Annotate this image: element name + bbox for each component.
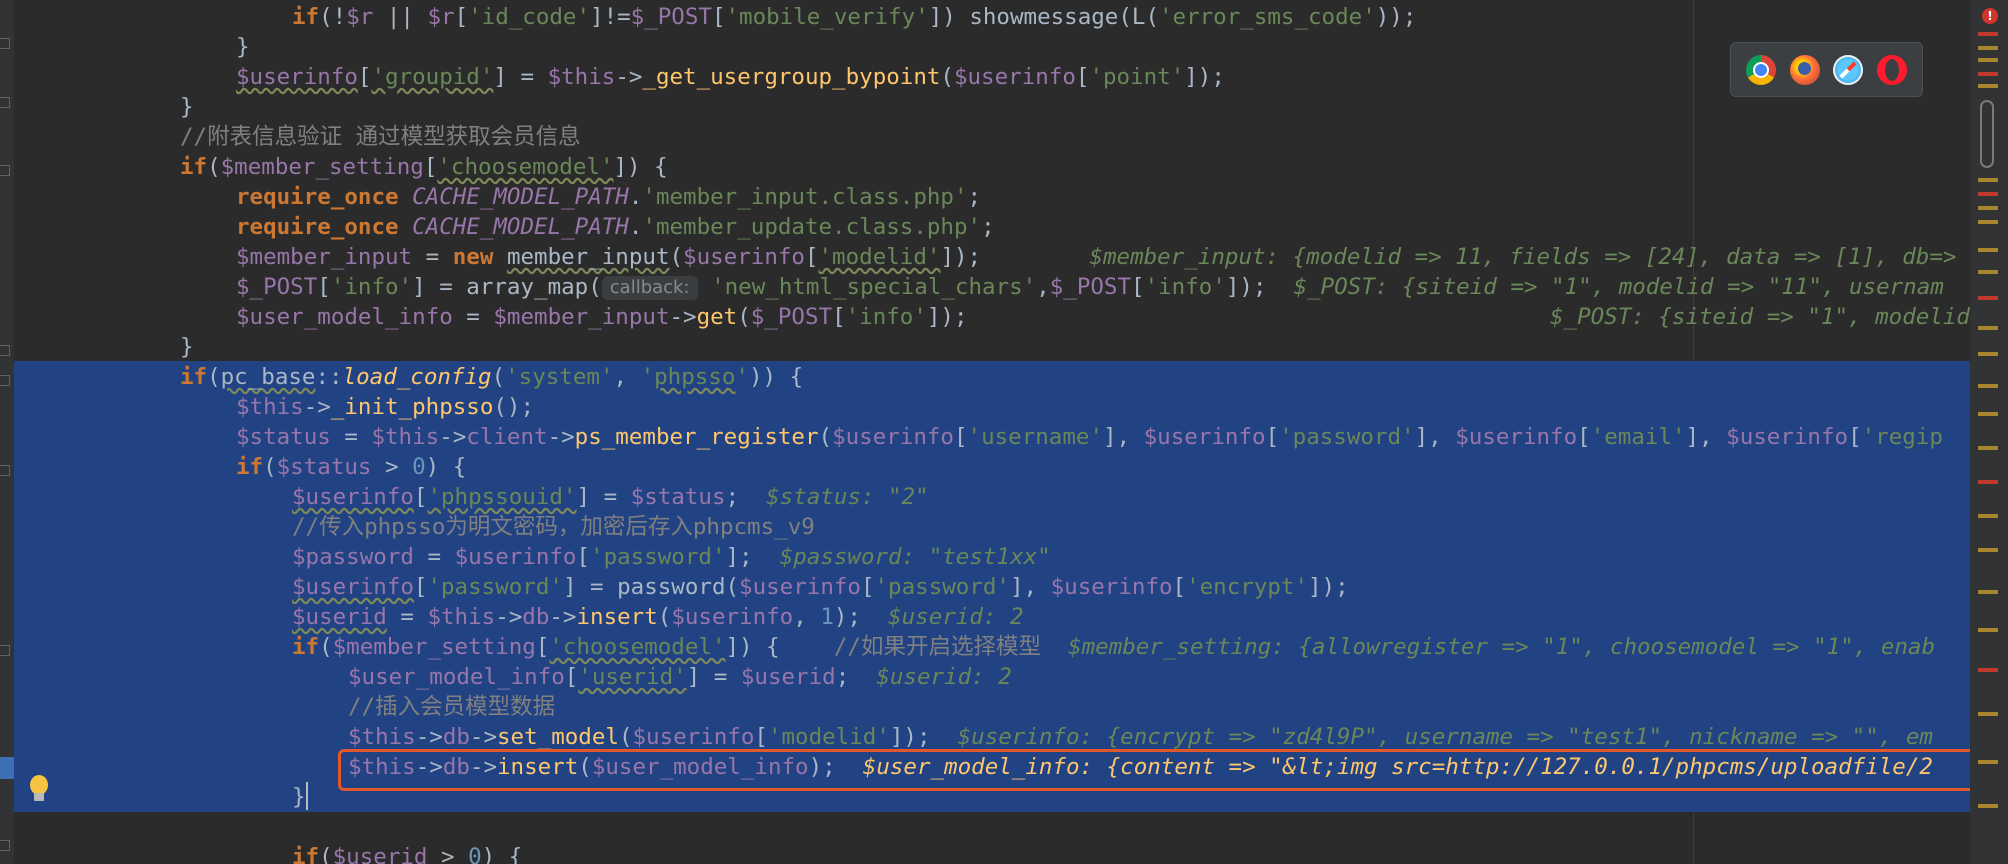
editor-gutter[interactable] <box>0 0 14 864</box>
code-line[interactable]: if($status > 0) { <box>236 452 466 482</box>
warning-stripe-mark[interactable] <box>1978 712 1998 716</box>
code-line[interactable]: $_POST['info'] = array_map(callback: 'ne… <box>236 272 1944 302</box>
code-line[interactable]: $this->_init_phpsso(); <box>236 392 534 422</box>
code-line[interactable]: if($member_setting['choosemodel']) { <box>180 152 668 182</box>
warning-stripe-mark[interactable] <box>1978 220 1998 224</box>
warning-stripe-mark[interactable] <box>1978 446 1998 450</box>
warning-stripe-mark[interactable] <box>1978 248 1998 252</box>
warning-stripe-mark[interactable] <box>1978 84 1998 88</box>
debug-inline-value: $userinfo: {encrypt => "zd4l9P", usernam… <box>957 724 1933 750</box>
code-comment[interactable]: //插入会员模型数据 <box>348 692 555 722</box>
error-stripe-mark[interactable] <box>1978 192 1998 196</box>
code-line[interactable]: } <box>236 32 250 62</box>
code-line[interactable]: if($member_setting['choosemodel']) { //如… <box>292 632 1935 662</box>
code-line[interactable]: $member_input = new member_input($userin… <box>236 242 1956 272</box>
fold-marker-icon[interactable] <box>0 645 10 656</box>
error-stripe-mark[interactable] <box>1978 72 1998 76</box>
code-comment[interactable]: //传入phpsso为明文密码，加密后存入phpcms_v9 <box>292 512 815 542</box>
debug-inline-value: $status: "2" <box>766 484 929 510</box>
code-line[interactable]: $userid = $this->db->insert($userinfo, 1… <box>292 602 1024 632</box>
warning-stripe-mark[interactable] <box>1978 760 1998 764</box>
warning-stripe-mark[interactable] <box>1978 178 1998 182</box>
warning-stripe-mark[interactable] <box>1978 590 1998 594</box>
warning-stripe-mark[interactable] <box>1978 206 1998 210</box>
debug-inline-value: $_POST: {siteid => "1", modelid => "11",… <box>1293 274 1944 300</box>
highlighted-execution-line <box>338 749 1990 791</box>
fold-marker-icon[interactable] <box>0 375 10 386</box>
warning-stripe-mark[interactable] <box>1978 270 1998 274</box>
code-line[interactable]: $userinfo['groupid'] = $this->_get_userg… <box>236 62 1225 92</box>
opera-icon[interactable] <box>1877 54 1908 85</box>
warning-stripe-mark[interactable] <box>1978 514 1998 518</box>
fold-marker-icon[interactable] <box>0 345 10 356</box>
firefox-icon[interactable] <box>1789 54 1820 85</box>
code-line[interactable]: $this->db->set_model($userinfo['modelid'… <box>348 722 1933 752</box>
fold-marker-icon[interactable] <box>0 465 10 476</box>
code-line[interactable]: $userinfo['password'] = password($userin… <box>292 572 1349 602</box>
error-stripe-mark[interactable] <box>1978 668 1998 672</box>
debug-inline-value: $password: "test1xx" <box>779 544 1051 570</box>
vertical-scrollbar[interactable]: ! <box>1970 0 2008 864</box>
debug-inline-value: $member_input: {modelid => 11, fields =>… <box>1089 244 1957 270</box>
fold-marker-icon[interactable] <box>0 840 10 851</box>
debug-inline-value: $userid: 2 <box>876 664 1012 690</box>
debug-inline-value: $member_setting: {allowregister => "1", … <box>1068 634 1936 660</box>
code-line[interactable]: require_once CACHE_MODEL_PATH.'member_in… <box>236 182 981 212</box>
error-indicator-icon[interactable]: ! <box>1982 8 1998 24</box>
code-line[interactable]: } <box>180 92 194 122</box>
fold-marker-icon[interactable] <box>0 38 10 49</box>
code-line[interactable]: } <box>180 332 194 362</box>
fold-marker-icon[interactable] <box>0 97 10 108</box>
code-editor[interactable]: if(!$r || $r['id_code']!=$_POST['mobile_… <box>16 0 1970 864</box>
browser-preview-bar <box>1730 42 1923 97</box>
code-line[interactable]: $user_model_info = $member_input->get($_… <box>236 302 968 332</box>
warning-stripe-mark[interactable] <box>1978 412 1998 416</box>
warning-stripe-mark[interactable] <box>1978 352 1998 356</box>
error-stripe-mark[interactable] <box>1978 480 1998 484</box>
code-line[interactable]: $password = $userinfo['password']; $pass… <box>292 542 1051 572</box>
code-line[interactable]: $status = $this->client->ps_member_regis… <box>236 422 1943 452</box>
code-line[interactable]: if(pc_base::load_config('system', 'phpss… <box>180 362 803 392</box>
lightbulb-icon[interactable] <box>26 775 52 805</box>
text-caret <box>306 782 308 810</box>
debug-inline-value: $_POST: {siteid => "1", modelid <box>1550 304 1970 330</box>
chrome-icon[interactable] <box>1745 54 1776 85</box>
warning-stripe-mark[interactable] <box>1978 46 1998 50</box>
code-line[interactable]: $userinfo['phpssouid'] = $status; $statu… <box>292 482 929 512</box>
warning-stripe-mark[interactable] <box>1978 548 1998 552</box>
current-line-marker <box>0 757 14 779</box>
debug-inline-value: $userid: 2 <box>888 604 1024 630</box>
warning-stripe-mark[interactable] <box>1978 384 1998 388</box>
code-line[interactable]: if($userid > 0) { <box>292 842 522 864</box>
warning-stripe-mark[interactable] <box>1978 804 1998 808</box>
code-line[interactable]: } <box>292 782 306 812</box>
safari-icon[interactable] <box>1833 54 1864 85</box>
warning-stripe-mark[interactable] <box>1978 628 1998 632</box>
code-line[interactable]: if(!$r || $r['id_code']!=$_POST['mobile_… <box>292 2 1416 32</box>
error-stripe-mark[interactable] <box>1978 32 1998 36</box>
scrollbar-thumb[interactable] <box>1980 100 1994 168</box>
fold-marker-icon[interactable] <box>0 165 10 176</box>
warning-stripe-mark[interactable] <box>1978 326 1998 330</box>
error-stripe-mark[interactable] <box>1978 296 1998 300</box>
code-line[interactable]: require_once CACHE_MODEL_PATH.'member_up… <box>236 212 995 242</box>
code-line[interactable]: $user_model_info['userid'] = $userid; $u… <box>348 662 1012 692</box>
code-comment[interactable]: //附表信息验证 通过模型获取会员信息 <box>180 122 581 152</box>
parameter-hint: callback: <box>601 276 698 300</box>
warning-stripe-mark[interactable] <box>1978 58 1998 62</box>
